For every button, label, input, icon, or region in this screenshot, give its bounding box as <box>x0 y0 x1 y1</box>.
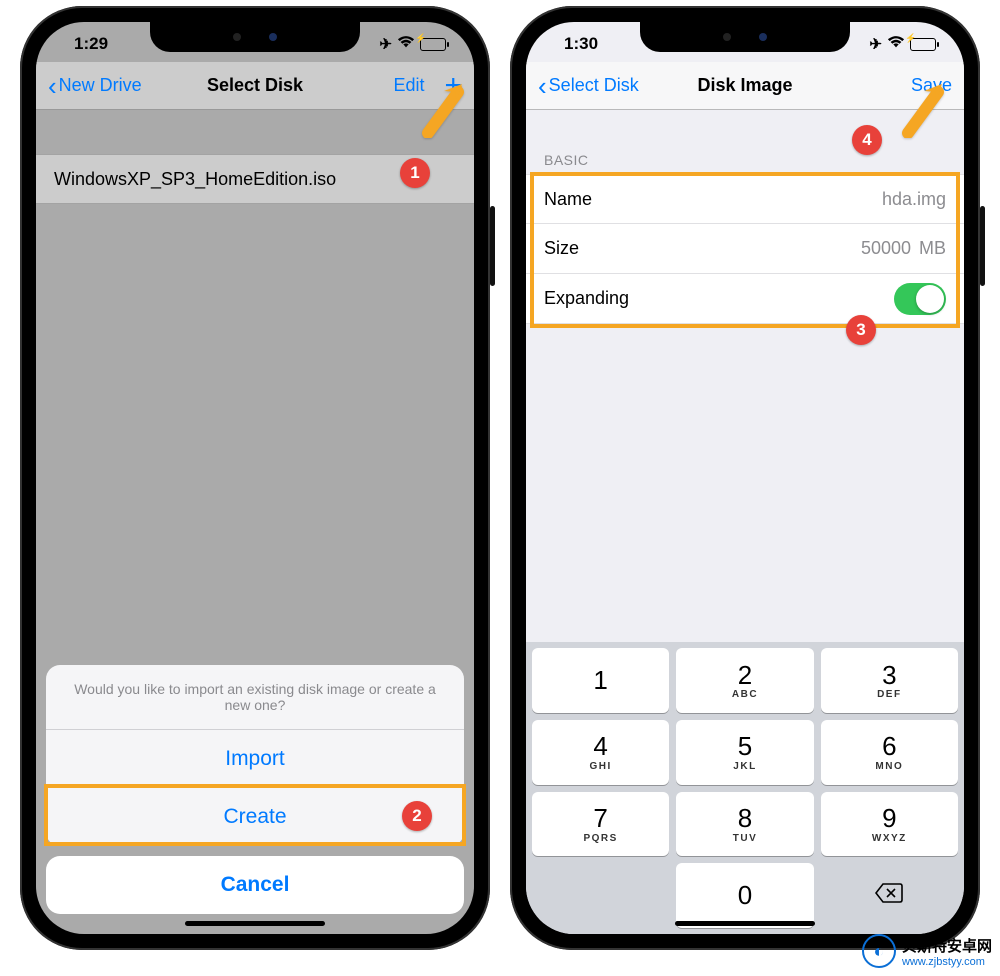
numeric-keypad: 1 2ABC 3DEF 4GHI 5JKL 6MNO 7PQRS 8TUV 9W… <box>526 642 964 934</box>
key-6[interactable]: 6MNO <box>821 720 958 785</box>
section-header-basic: BASIC <box>544 152 589 168</box>
name-value: hda.img <box>882 189 946 210</box>
key-0[interactable]: 0 <box>676 863 813 928</box>
expanding-label: Expanding <box>544 288 629 309</box>
watermark-title: 贝斯特安卓网 <box>902 935 992 956</box>
screen-right: 1:30 ✈ ⚡ ‹ Select Disk Disk Image Save B… <box>526 22 964 934</box>
notch <box>150 22 360 52</box>
battery-icon: ⚡ <box>420 38 446 51</box>
size-unit: MB <box>919 238 946 259</box>
chevron-left-icon: ‹ <box>538 73 547 99</box>
key-2[interactable]: 2ABC <box>676 648 813 713</box>
back-label: New Drive <box>59 75 142 96</box>
back-button[interactable]: ‹ Select Disk <box>538 73 648 99</box>
key-9[interactable]: 9WXYZ <box>821 792 958 857</box>
status-time: 1:29 <box>74 34 108 54</box>
annotation-arrow-1 <box>418 78 468 143</box>
watermark-logo-icon: ◐ <box>862 934 896 968</box>
chevron-left-icon: ‹ <box>48 73 57 99</box>
import-button[interactable]: Import <box>46 730 464 788</box>
sheet-message: Would you like to import an existing dis… <box>46 665 464 730</box>
size-label: Size <box>544 238 579 259</box>
key-4[interactable]: 4GHI <box>532 720 669 785</box>
name-label: Name <box>544 189 592 210</box>
notch <box>640 22 850 52</box>
cancel-button[interactable]: Cancel <box>46 856 464 914</box>
phone-right: 1:30 ✈ ⚡ ‹ Select Disk Disk Image Save B… <box>510 6 980 950</box>
phone-left: 1:29 ✈ ⚡ ‹ New Drive Select Disk Edit + … <box>20 6 490 950</box>
key-delete[interactable] <box>821 863 958 928</box>
airplane-mode-icon: ✈ <box>869 35 882 53</box>
wifi-icon <box>887 34 905 54</box>
annotation-arrow-4 <box>898 78 948 143</box>
size-row[interactable]: Size 50000 MB <box>526 224 964 274</box>
annotation-2: 2 <box>402 801 432 831</box>
key-3[interactable]: 3DEF <box>821 648 958 713</box>
wifi-icon <box>397 34 415 54</box>
size-value: 50000 <box>861 238 911 259</box>
watermark: ◐ 贝斯特安卓网 www.zjbstyy.com <box>862 934 992 968</box>
watermark-url: www.zjbstyy.com <box>902 956 992 968</box>
disk-file-name: WindowsXP_SP3_HomeEdition.iso <box>54 169 336 190</box>
annotation-1: 1 <box>400 158 430 188</box>
settings-group: Name hda.img Size 50000 MB Expanding <box>526 174 964 324</box>
status-time: 1:30 <box>564 34 598 54</box>
back-button[interactable]: ‹ New Drive <box>48 73 158 99</box>
name-row[interactable]: Name hda.img <box>526 174 964 224</box>
home-indicator[interactable] <box>675 921 815 926</box>
key-5[interactable]: 5JKL <box>676 720 813 785</box>
backspace-icon <box>875 883 903 908</box>
battery-icon: ⚡ <box>910 38 936 51</box>
key-1[interactable]: 1 <box>532 648 669 713</box>
key-8[interactable]: 8TUV <box>676 792 813 857</box>
annotation-4: 4 <box>852 125 882 155</box>
back-label: Select Disk <box>549 75 639 96</box>
expanding-row: Expanding <box>526 274 964 324</box>
key-blank <box>532 863 669 928</box>
nav-bar: ‹ New Drive Select Disk Edit + <box>36 62 474 110</box>
screen-left: 1:29 ✈ ⚡ ‹ New Drive Select Disk Edit + … <box>36 22 474 934</box>
annotation-3: 3 <box>846 315 876 345</box>
key-7[interactable]: 7PQRS <box>532 792 669 857</box>
expanding-switch[interactable] <box>894 283 946 315</box>
home-indicator[interactable] <box>185 921 325 926</box>
airplane-mode-icon: ✈ <box>379 35 392 53</box>
action-sheet: Would you like to import an existing dis… <box>46 665 464 914</box>
